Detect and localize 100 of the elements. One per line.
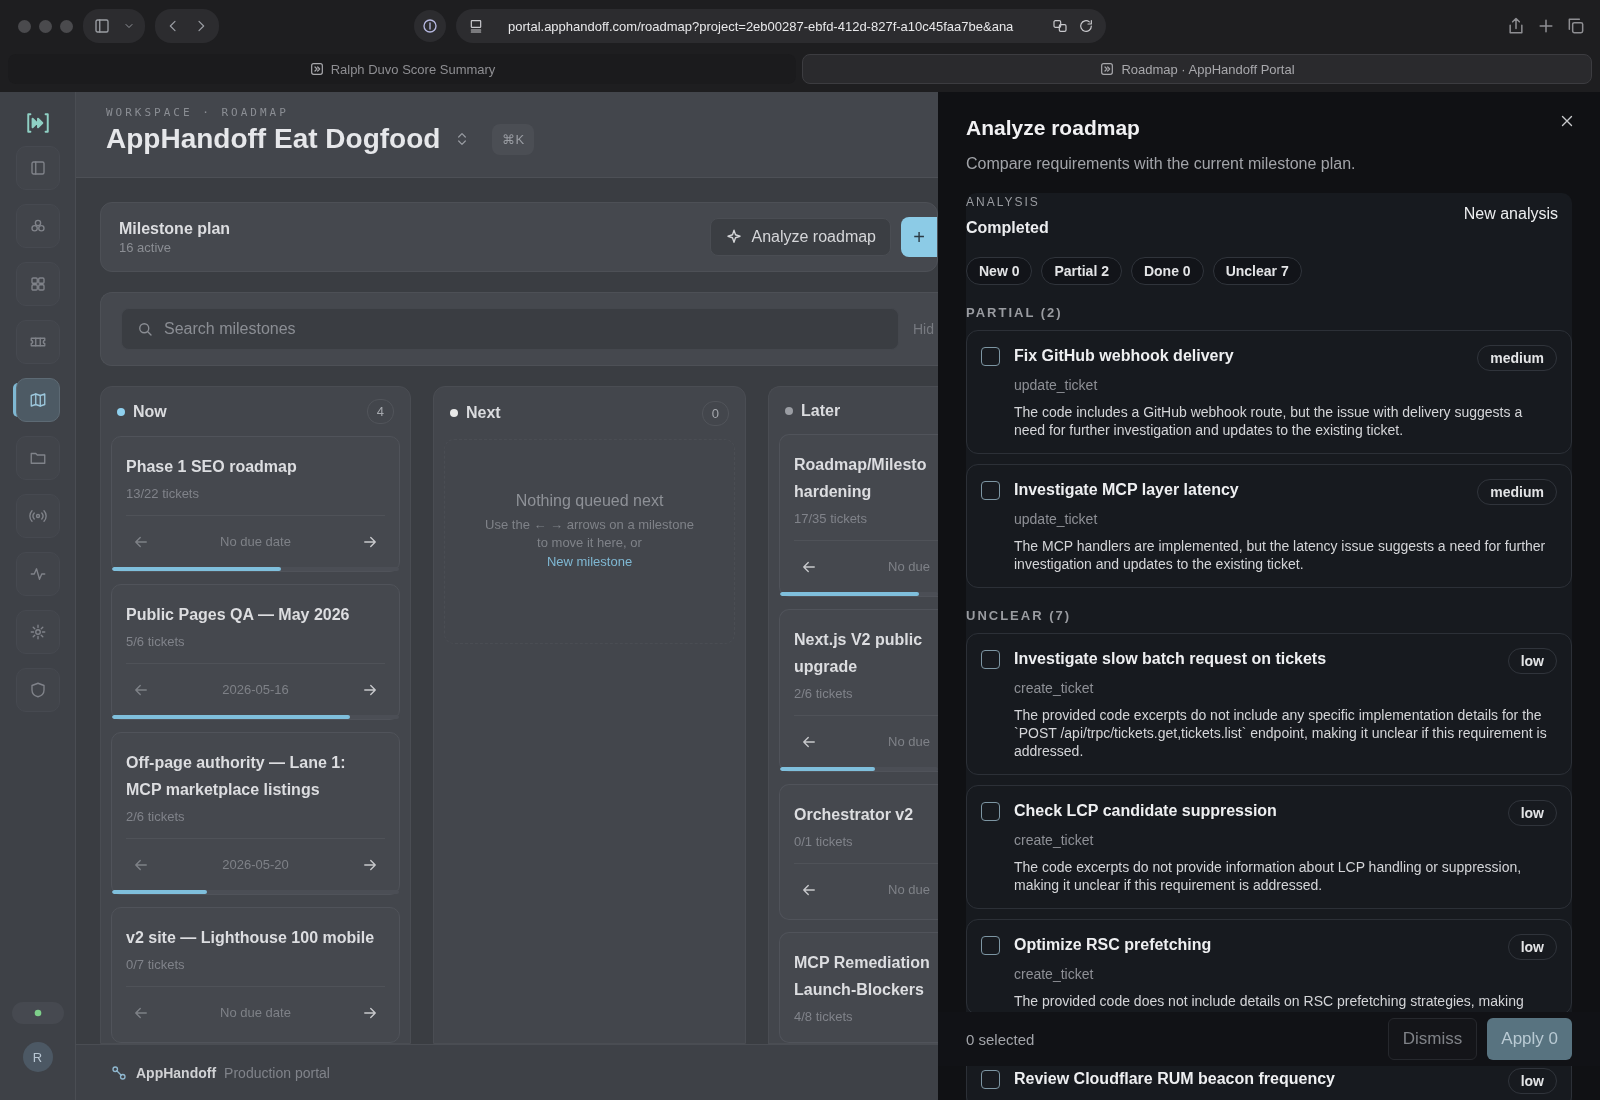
filter-chip[interactable]: Unclear 7 (1212, 257, 1302, 285)
ticket-count: 4/8 tickets (794, 1009, 854, 1024)
panel-title: Analyze roadmap (966, 116, 1140, 140)
milestone-card[interactable]: MCP Remediation Launch-Blockers 4/8 tickets (779, 932, 938, 1043)
column-title: Next (466, 404, 501, 422)
analyze-button[interactable]: Analyze roadmap (710, 218, 891, 256)
action-type: create_ticket (1014, 966, 1095, 982)
translate-icon[interactable] (1052, 18, 1068, 34)
milestone-title: MCP Remediation Launch-Blockers (794, 953, 931, 1000)
map-icon (28, 391, 47, 409)
project-title: AppHandoff Eat Dogfood (106, 123, 441, 155)
checkbox[interactable] (981, 1070, 1000, 1089)
filter-chip[interactable]: New 0 (966, 257, 1033, 285)
activity-icon (28, 565, 47, 583)
due-date: 2026-05-16 (221, 682, 290, 697)
browser-tab[interactable]: Roadmap · AppHandoff Portal (802, 54, 1592, 84)
ticket-count: 2/6 tickets (794, 686, 854, 701)
action-type: create_ticket (1014, 680, 1095, 696)
due-date: No due date (219, 534, 292, 549)
filter-chip[interactable]: Done 0 (1130, 257, 1204, 285)
browser-tab[interactable]: Ralph Duvo Score Summary (8, 54, 796, 84)
tab-title: Ralph Duvo Score Summary (330, 61, 496, 77)
requirement-description: The provided code does not include details on RSC prefetching strategies, making (1014, 992, 1525, 1010)
dismiss-button[interactable]: Dismiss (1387, 1018, 1478, 1060)
cluster-icon (28, 217, 47, 235)
section-heading: UNCLEAR (7) (966, 608, 1073, 623)
share-icon[interactable] (1506, 16, 1526, 36)
brand-name: AppHandoff (136, 1064, 217, 1081)
milestone-title: v2 site — Lighthouse 100 mobile (126, 928, 376, 948)
logo-icon[interactable] (24, 110, 51, 136)
requirement-title: Check LCP candidate suppression (1014, 802, 1277, 820)
due-date: 2026-05-20 (221, 857, 290, 872)
requirement-title: Investigate MCP layer latency (1014, 481, 1239, 499)
selection-count: 0 selected (966, 1030, 1036, 1048)
requirement-description: The code excerpts do not provide information about LCP handling or suppression, making it unclear if this requirement is addressed. (1014, 858, 1523, 894)
requirement-title: Fix GitHub webhook delivery (1014, 347, 1234, 365)
sparkle-icon (725, 228, 744, 246)
reload-icon[interactable] (1078, 18, 1094, 34)
milestone-card[interactable]: Off-page authority — Lane 1: MCP marketplace listings 2/6 tickets 2026-05-20 (111, 732, 400, 895)
count-badge: 4 (366, 399, 394, 424)
sidebar-menu-button[interactable] (83, 9, 145, 43)
ticket-count: 5/6 tickets (126, 634, 186, 649)
milestone-card[interactable]: Next.js V2 public upgrade 2/6 tickets No due (779, 609, 938, 772)
plan-subtitle: 16 active (119, 239, 173, 255)
sidebar-icon (93, 17, 111, 35)
action-type: update_ticket (1014, 377, 1099, 393)
milestone-title: Phase 1 SEO roadmap (126, 457, 298, 477)
milestone-card[interactable]: Roadmap/Milesto hardening 17/35 tickets No due (779, 434, 938, 597)
action-type: update_ticket (1014, 511, 1099, 527)
nav-item[interactable] (15, 378, 60, 422)
ticket-count: 13/22 tickets (126, 486, 200, 501)
favicon-icon (1099, 61, 1116, 77)
page-icon (468, 18, 484, 34)
new-milestone-link[interactable]: New milestone (546, 554, 633, 569)
checkbox[interactable] (981, 650, 1000, 669)
filter-chip[interactable]: Partial 2 (1041, 257, 1122, 285)
panel-icon (28, 159, 47, 177)
checkbox[interactable] (981, 347, 1000, 366)
requirement-title: Investigate slow batch request on tickets (1014, 650, 1327, 668)
address-bar[interactable]: portal.apphandoff.com/roadmap?project=2eb00287-ebfd-412d-827f-a10c45faa7be&ana (456, 9, 1106, 43)
empty-title: Nothing queued next (514, 492, 665, 510)
nav-item[interactable] (15, 320, 60, 364)
password-button[interactable] (414, 10, 446, 42)
breadcrumb: WORKSPACE · ROADMAP (106, 106, 290, 119)
new-analysis-button[interactable]: New analysis (1463, 205, 1558, 223)
panel-subtitle: Compare requirements with the current milestone plan. (966, 155, 1357, 173)
requirement-title: Review Cloudflare RUM beacon frequency (1014, 1070, 1335, 1088)
milestone-title: Orchestrator v2 (794, 805, 915, 825)
add-button[interactable]: + (901, 217, 937, 257)
due-date: No due (888, 734, 930, 749)
milestone-card[interactable]: Phase 1 SEO roadmap 13/22 tickets No due date (111, 436, 400, 572)
milestone-card[interactable]: Public Pages QA — May 2026 5/6 tickets 2026-05-16 (111, 584, 400, 720)
brand-subtitle: Production portal (224, 1064, 330, 1081)
tab-title: Roadmap · AppHandoff Portal (1121, 61, 1295, 77)
requirement-description: The provided code excerpts do not include any specific implementation details for the `POST /api/trpc/tickets.get,tickets.list` endpoint, making it unclear if this requirement is addressed. (1014, 706, 1548, 760)
tabs-icon[interactable] (1566, 16, 1586, 36)
link-icon (110, 1063, 128, 1082)
due-date: No due date (219, 1005, 292, 1020)
milestone-title: Public Pages QA — May 2026 (126, 605, 351, 625)
status-dot-icon (33, 1009, 42, 1017)
requirement-description: The code includes a GitHub webhook route, but the issue with delivery suggests a need for further investigation and updates to the existing ticket. (1014, 403, 1524, 439)
checkbox[interactable] (981, 802, 1000, 821)
ticket-count: 17/35 tickets (794, 511, 868, 526)
ticket-count: 0/7 tickets (126, 957, 186, 972)
plan-title: Milestone plan (119, 219, 231, 238)
ticket-count: 0/1 tickets (794, 834, 854, 849)
count-badge: 0 (701, 400, 729, 426)
milestone-card[interactable]: v2 site — Lighthouse 100 mobile 0/7 tickets No due date (111, 907, 400, 1043)
checkbox[interactable] (981, 481, 1000, 500)
due-date: No due (888, 559, 930, 574)
broadcast-icon (28, 507, 47, 525)
column-title: Later (801, 401, 841, 420)
favicon-icon (308, 61, 325, 77)
user-avatar[interactable]: R (22, 1042, 53, 1072)
milestone-card[interactable]: Orchestrator v2 0/1 tickets No due (779, 784, 938, 920)
section-label: ANALYSIS (966, 195, 1041, 209)
milestone-title: Next.js V2 public upgrade (794, 630, 924, 677)
grid-icon (28, 275, 47, 293)
checkbox[interactable] (981, 936, 1000, 955)
section-heading: PARTIAL (2) (966, 305, 1064, 320)
